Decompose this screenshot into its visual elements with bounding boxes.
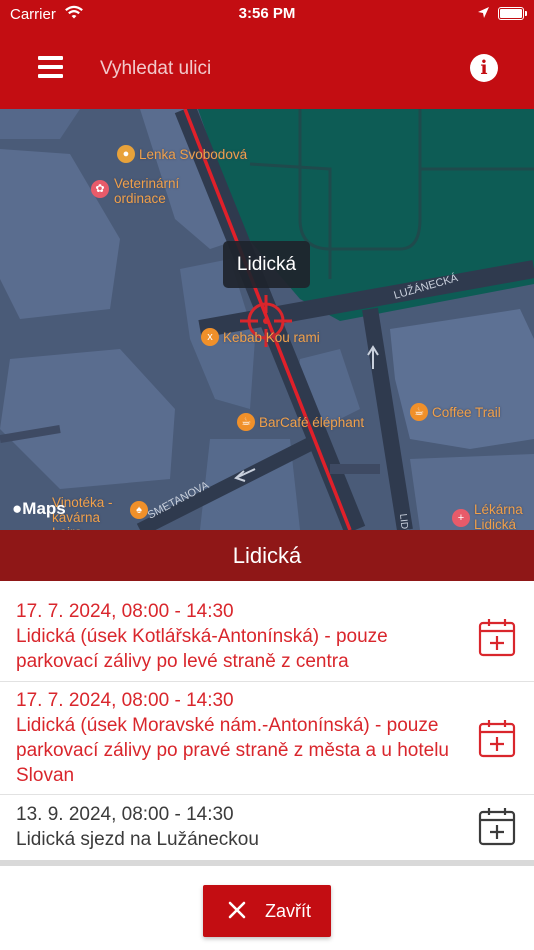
wine-icon[interactable]: ♠ [130,501,148,519]
location-arrow-icon [477,6,490,23]
closure-item[interactable]: 17. 7. 2024, 08:00 - 14:30 Lidická (úsek… [0,581,534,682]
closure-item[interactable]: 13. 9. 2024, 08:00 - 14:30 Lidická sjezd… [0,795,534,863]
closure-description: Lidická (úsek Kotlářská-Antonínská) - po… [16,626,388,672]
maps-attribution: ●Maps [12,499,66,518]
closure-description: Lidická (úsek Moravské nám.-Antonínská) … [16,715,450,786]
status-time: 3:56 PM [238,5,296,22]
place-label: Coffee Trail [432,405,501,420]
closure-item[interactable]: 17. 7. 2024, 08:00 - 14:30 Lidická (úsek… [0,682,534,795]
street-title: Lidická [0,530,534,581]
add-to-calendar-icon[interactable] [478,806,516,846]
nav-bar: i [0,28,534,109]
dog-icon[interactable]: ● [117,145,135,163]
closure-date: 17. 7. 2024, 08:00 - 14:30 [16,601,234,622]
close-button[interactable]: Zavřít [203,885,331,937]
closure-list[interactable]: 17. 7. 2024, 08:00 - 14:30 Lidická (úsek… [0,581,534,863]
pharmacy-icon[interactable]: + [452,509,470,527]
selected-street-tooltip: Lidická [223,241,310,288]
coffee-icon[interactable]: ☕ [410,403,428,421]
apple-icon: ● [12,499,23,518]
fork-knife-icon[interactable]: x [201,328,219,346]
coffee-icon[interactable]: ☕ [237,413,255,431]
hamburger-menu-icon[interactable] [28,50,72,86]
place-label: Lékárna Lidická [474,502,523,530]
map-canvas: LUŽÁNECKÁ SMETANOVA LIDICKÁ [0,109,534,530]
close-button-label: Zavřít [265,901,312,921]
battery-icon [498,7,527,20]
paw-icon[interactable]: ✿ [91,180,109,198]
closure-description: Lidická sjezd na Lužáneckou [16,829,259,850]
place-label: Lenka Svobodová [139,147,248,162]
closure-date: 13. 9. 2024, 08:00 - 14:30 [16,804,234,825]
place-label: Kebab Kou rami [223,330,320,345]
info-icon[interactable]: i [470,54,498,82]
closure-date: 17. 7. 2024, 08:00 - 14:30 [16,690,234,711]
close-icon [228,901,246,919]
status-bar: Carrier 3:56 PM [0,0,534,28]
list-bottom-shadow [0,860,534,866]
street-search-input[interactable] [100,52,440,86]
map-view[interactable]: LUŽÁNECKÁ SMETANOVA LIDICKÁ ● Lenka Svob… [0,109,534,530]
place-label: BarCafé éléphant [259,415,365,430]
place-label: Veterinární ordinace [114,176,180,206]
add-to-calendar-icon[interactable] [478,718,516,758]
add-to-calendar-icon[interactable] [478,617,516,657]
